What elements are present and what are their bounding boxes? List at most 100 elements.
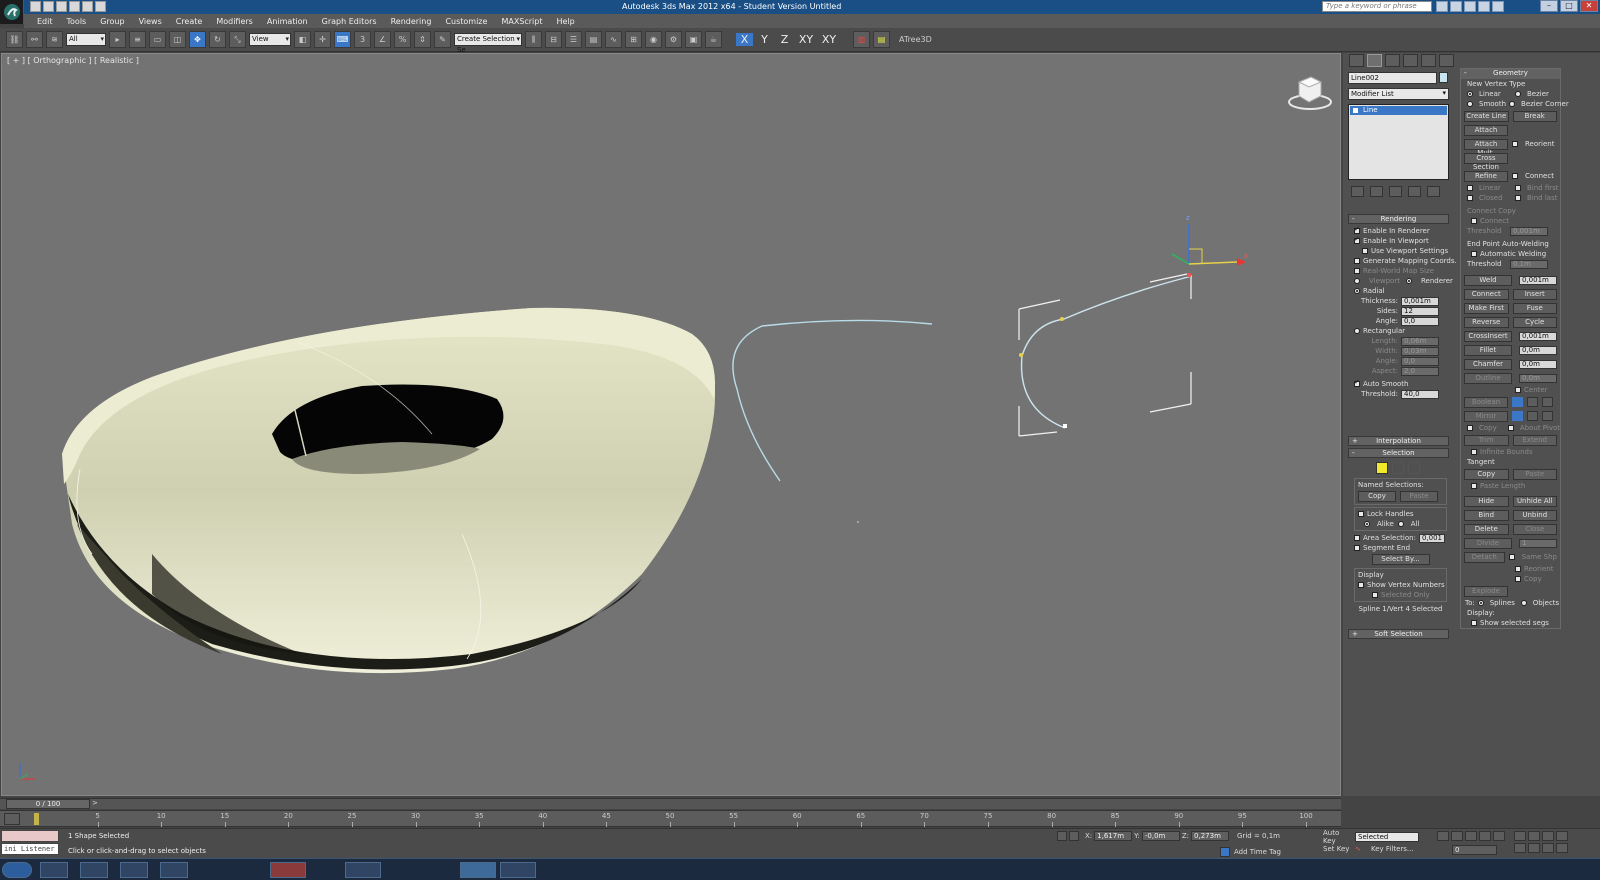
material-editor-icon[interactable]: ◉	[645, 31, 662, 48]
segment-subobject-icon[interactable]	[1392, 462, 1404, 474]
enable-in-renderer-checkbox[interactable]	[1354, 225, 1360, 234]
attach-mult-button[interactable]: Attach Mult.	[1464, 138, 1508, 157]
bind-space-warp-icon[interactable]: ≋	[46, 31, 63, 48]
named-copy-button[interactable]: Copy	[1358, 491, 1396, 502]
connect-button[interactable]: Connect	[1464, 288, 1509, 300]
connect-copy-checkbox[interactable]	[1471, 218, 1477, 224]
menu-views[interactable]: Views	[132, 17, 169, 26]
real-world-map-size-checkbox[interactable]	[1354, 268, 1360, 274]
axis-y-button[interactable]: Y	[756, 33, 773, 46]
pivot-center-icon[interactable]: ◧	[294, 31, 311, 48]
axis-x-button[interactable]: X	[736, 33, 753, 46]
viewport-scene[interactable]: z x	[2, 54, 1341, 796]
unhide-all-button[interactable]: Unhide All	[1512, 495, 1557, 507]
field-of-view-icon[interactable]	[1514, 843, 1526, 853]
atree-icon[interactable]: ▤	[873, 31, 890, 48]
new-file-icon[interactable]	[30, 1, 41, 12]
y-coordinate-field[interactable]: -0,0m	[1141, 831, 1180, 841]
taskbar-app-1[interactable]	[40, 862, 68, 878]
schematic-view-icon[interactable]: ⊞	[625, 31, 642, 48]
selection-region-icon[interactable]: ▭	[149, 31, 166, 48]
reverse-button[interactable]: Reverse	[1464, 316, 1509, 328]
same-shp-checkbox[interactable]	[1508, 554, 1515, 560]
crossinsert-spinner[interactable]: 0,001m	[1519, 331, 1557, 341]
stack-item-line[interactable]: Line	[1350, 106, 1447, 115]
spline-subobject-icon[interactable]	[1408, 462, 1420, 474]
closed-checkbox[interactable]	[1467, 195, 1473, 201]
axis-xy-cycle-button[interactable]: XY	[819, 33, 839, 46]
mirror-vertical-icon[interactable]	[1527, 411, 1538, 421]
time-tag-icon[interactable]	[1220, 847, 1230, 857]
area-selection-checkbox[interactable]	[1354, 535, 1360, 541]
remove-modifier-icon[interactable]	[1408, 186, 1421, 197]
smooth-threshold-spinner[interactable]: 40,0	[1401, 389, 1439, 399]
create-tab-icon[interactable]	[1349, 54, 1364, 67]
automatic-welding-checkbox[interactable]	[1471, 251, 1477, 257]
menu-customize[interactable]: Customize	[438, 17, 494, 26]
select-object-icon[interactable]: ▸	[109, 31, 126, 48]
minimize-button[interactable]: –	[1540, 0, 1558, 12]
curve-editor-icon[interactable]: ∿	[605, 31, 622, 48]
lock-handles-checkbox[interactable]	[1358, 511, 1364, 517]
reference-coord-dropdown[interactable]: View	[249, 33, 291, 46]
previous-frame-icon[interactable]	[1451, 831, 1463, 841]
next-frame-icon[interactable]	[1479, 831, 1491, 841]
area-selection-spinner[interactable]: 0,001	[1418, 533, 1445, 543]
link-icon[interactable]: ⛓	[6, 31, 23, 48]
mirror-both-icon[interactable]	[1542, 411, 1553, 421]
display-tab-icon[interactable]	[1421, 54, 1436, 67]
app-logo-icon[interactable]	[0, 0, 24, 24]
add-time-tag[interactable]: Add Time Tag	[1220, 847, 1281, 857]
current-frame-field[interactable]: 0	[1452, 845, 1497, 855]
close-button[interactable]: ✕	[1580, 0, 1598, 12]
mirror-button[interactable]: Mirror	[1464, 410, 1508, 422]
close-spline-button[interactable]: Close	[1512, 523, 1557, 535]
track-bar[interactable]: 5 10 15 20 25 30 35 40 45 50 55 60 65 70 75 80 85 90 95 100	[0, 810, 1341, 827]
snaps-toggle-icon[interactable]: 3	[354, 31, 371, 48]
select-move-icon[interactable]: ✥	[189, 31, 206, 48]
named-selection-dropdown[interactable]: Create Selection Se	[454, 33, 522, 54]
rect-angle-spinner[interactable]: 0,0	[1401, 356, 1439, 366]
length-spinner[interactable]: 0,06m	[1401, 336, 1439, 346]
menu-group[interactable]: Group	[93, 17, 131, 26]
open-file-icon[interactable]	[43, 1, 54, 12]
extend-button[interactable]: Extend	[1512, 434, 1557, 446]
select-by-button[interactable]: Select By...	[1371, 554, 1430, 565]
fuse-button[interactable]: Fuse	[1512, 302, 1557, 314]
refine-button[interactable]: Refine	[1464, 170, 1508, 182]
mirror-copy-checkbox[interactable]	[1467, 425, 1473, 431]
insert-button[interactable]: Insert	[1512, 288, 1557, 300]
maximize-button[interactable]: □	[1560, 0, 1578, 12]
tangent-paste-button[interactable]: Paste	[1512, 468, 1557, 480]
menu-rendering[interactable]: Rendering	[384, 17, 439, 26]
taskbar-app-5[interactable]	[270, 862, 306, 878]
motion-tab-icon[interactable]	[1403, 54, 1418, 67]
show-vertex-numbers-checkbox[interactable]	[1358, 582, 1364, 588]
delete-button[interactable]: Delete	[1464, 523, 1509, 535]
thickness-spinner[interactable]: 0,001m	[1401, 296, 1439, 306]
detach-reorient-checkbox[interactable]	[1515, 566, 1521, 572]
select-scale-icon[interactable]: ⤡	[229, 31, 246, 48]
z-coordinate-field[interactable]: 0,273m	[1191, 831, 1230, 841]
zoom-extents-all-icon[interactable]	[1556, 831, 1568, 841]
menu-modifiers[interactable]: Modifiers	[209, 17, 260, 26]
menu-create[interactable]: Create	[169, 17, 210, 26]
search-input[interactable]: Type a keyword or phrase	[1322, 1, 1432, 12]
show-end-result-icon[interactable]	[1370, 186, 1383, 197]
divide-button[interactable]: Divide	[1464, 537, 1512, 549]
configure-sets-icon[interactable]	[1427, 186, 1440, 197]
boolean-intersect-icon[interactable]	[1542, 397, 1553, 407]
radial-radio[interactable]	[1354, 288, 1360, 294]
bezier-radio[interactable]	[1515, 91, 1521, 97]
plugin-icon[interactable]: ▥	[853, 31, 870, 48]
percent-snap-icon[interactable]: %	[394, 31, 411, 48]
zoom-icon[interactable]	[1514, 831, 1526, 841]
viewcube-icon[interactable]	[1287, 72, 1333, 112]
maxscript-input[interactable]: ini Listener	[1, 843, 59, 855]
weld-button[interactable]: Weld	[1464, 274, 1512, 286]
bind-last-checkbox[interactable]	[1515, 195, 1521, 201]
taskbar-app-2[interactable]	[80, 862, 108, 878]
mirror-icon[interactable]: ⫼	[525, 31, 542, 48]
vertex-subobject-icon[interactable]	[1376, 462, 1388, 474]
edit-named-selection-icon[interactable]: ✎	[434, 31, 451, 48]
